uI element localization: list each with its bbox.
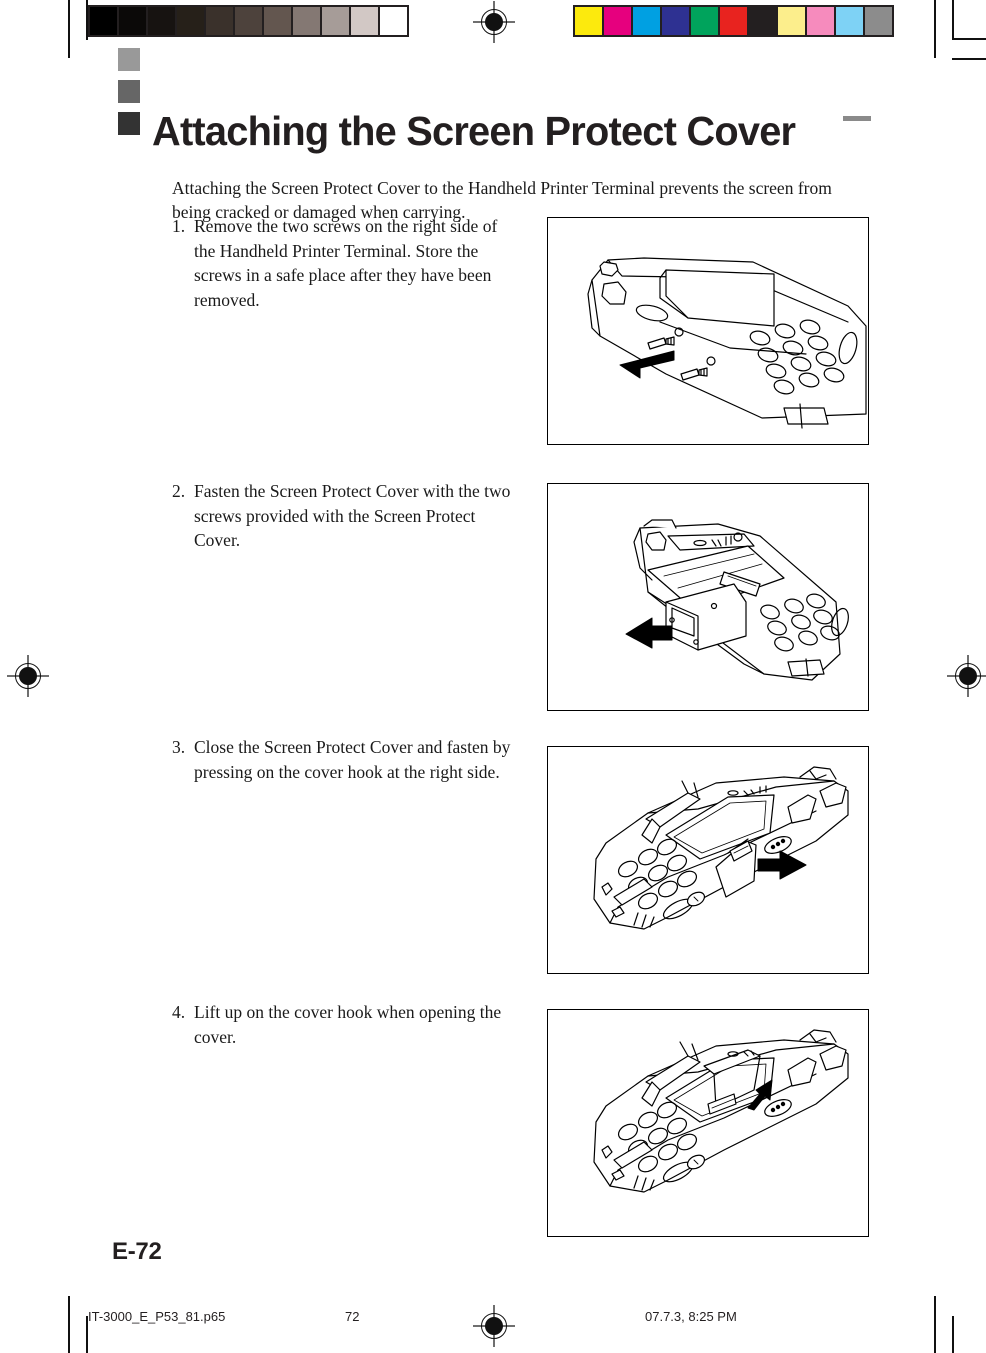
heading-square-medium	[118, 80, 140, 103]
crop-mark-bottom-right-inner-vertical	[952, 1316, 954, 1353]
footer-page-number: 72	[345, 1309, 360, 1324]
color-swatch-5	[691, 7, 718, 35]
color-swatch-1	[575, 7, 602, 35]
color-swatch-10	[836, 7, 863, 35]
figure-close-cover	[547, 746, 869, 974]
crop-mark-bottom-right-vertical	[934, 1296, 936, 1353]
heading-rule	[843, 116, 871, 121]
crop-mark-top-right-horizontal-2	[952, 58, 986, 60]
grayscale-swatch-3	[148, 7, 175, 35]
crop-mark-top-right-horizontal	[952, 38, 986, 40]
color-swatch-11	[865, 7, 892, 35]
grayscale-calibration-strip	[88, 5, 409, 37]
color-swatch-3	[633, 7, 660, 35]
crop-mark-top-right-inner-vertical	[952, 0, 954, 38]
step-1-text: Remove the two screws on the right side …	[194, 216, 498, 310]
color-swatch-2	[604, 7, 631, 35]
color-swatch-9	[807, 7, 834, 35]
grayscale-swatch-4	[177, 7, 204, 35]
step-3-number: 3.	[172, 737, 186, 757]
registration-mark-right	[947, 655, 986, 697]
step-2-text: Fasten the Screen Protect Cover with the…	[194, 481, 511, 550]
step-4: 4. Lift up on the cover hook when openin…	[172, 1000, 522, 1049]
grayscale-swatch-5	[206, 7, 233, 35]
footer-timestamp: 07.7.3, 8:25 PM	[645, 1309, 737, 1324]
grayscale-swatch-11	[380, 7, 407, 35]
crop-mark-top-left-inner-vertical	[86, 0, 88, 40]
grayscale-swatch-6	[235, 7, 262, 35]
grayscale-swatch-2	[119, 7, 146, 35]
step-1-number: 1.	[172, 216, 186, 236]
color-swatch-7	[749, 7, 776, 35]
page-title: Attaching the Screen Protect Cover	[152, 108, 796, 155]
figure-fasten-cover	[547, 483, 869, 711]
heading-square-dark	[118, 112, 140, 135]
registration-mark-top	[473, 1, 515, 43]
step-3-text: Close the Screen Protect Cover and faste…	[194, 737, 511, 782]
step-1: 1. Remove the two screws on the right si…	[172, 214, 522, 312]
color-swatch-4	[662, 7, 689, 35]
color-swatch-8	[778, 7, 805, 35]
grayscale-swatch-9	[322, 7, 349, 35]
crop-mark-top-left-vertical	[68, 0, 70, 58]
grayscale-swatch-8	[293, 7, 320, 35]
heading-decorative-squares	[118, 48, 140, 144]
step-2-number: 2.	[172, 481, 186, 501]
step-4-number: 4.	[172, 1002, 186, 1022]
footer-file-name: IT-3000_E_P53_81.p65	[88, 1309, 226, 1324]
heading-square-light	[118, 48, 140, 71]
crop-mark-bottom-left-vertical	[68, 1296, 70, 1353]
grayscale-swatch-7	[264, 7, 291, 35]
grayscale-swatch-10	[351, 7, 378, 35]
color-swatch-6	[720, 7, 747, 35]
figure-open-cover	[547, 1009, 869, 1237]
step-2: 2. Fasten the Screen Protect Cover with …	[172, 479, 522, 553]
figure-remove-screws	[547, 217, 869, 445]
registration-mark-left	[7, 655, 49, 697]
step-4-text: Lift up on the cover hook when opening t…	[194, 1002, 502, 1047]
color-calibration-strip	[573, 5, 894, 37]
crop-mark-top-right-vertical	[934, 0, 936, 58]
registration-mark-bottom	[473, 1305, 515, 1347]
step-3: 3. Close the Screen Protect Cover and fa…	[172, 735, 522, 784]
grayscale-swatch-1	[90, 7, 117, 35]
page-folio: E-72	[112, 1238, 162, 1265]
